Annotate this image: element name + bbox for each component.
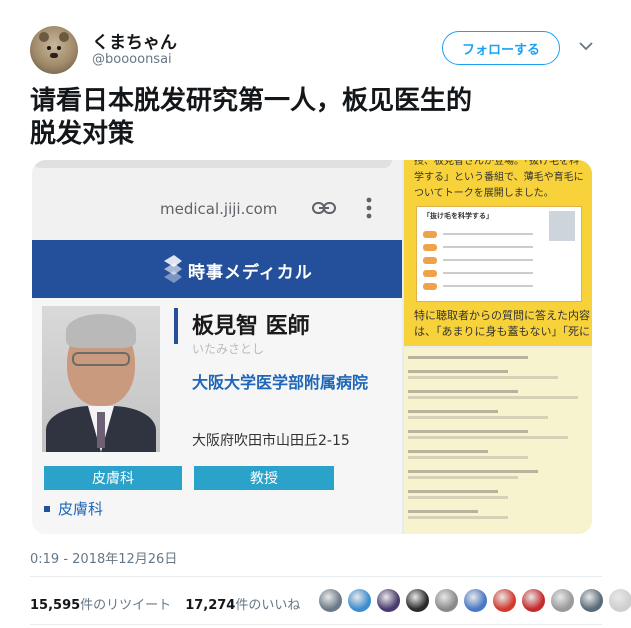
- article-line: ついてトークを展開しました。: [414, 188, 554, 199]
- liker-avatar[interactable]: [376, 588, 401, 613]
- liker-avatar[interactable]: [463, 588, 488, 613]
- browser-bar: medical.jiji.com: [32, 160, 402, 240]
- tweet-text-line: 脱发对策: [30, 119, 135, 149]
- like-stat[interactable]: 17,274件のいいね: [185, 594, 300, 613]
- qa-text-line: [408, 490, 498, 493]
- schedule-row: [423, 270, 543, 277]
- avatar-ear: [39, 32, 49, 42]
- avatar-nose: [50, 53, 58, 58]
- tweet-media[interactable]: medical.jiji.com 時事メディカル 板見智 医師 いたみさとし 大…: [32, 160, 592, 534]
- divider: [30, 624, 602, 625]
- retweet-label: 件のリツイート: [80, 598, 172, 613]
- schedule-row: [423, 257, 543, 264]
- tweet-stats: 15,595件のリツイート 17,274件のいいね: [30, 594, 300, 613]
- qa-text-line: [408, 496, 508, 499]
- retweet-stat[interactable]: 15,595件のリツイート: [30, 594, 171, 613]
- article-line: は、「あまりに身も蓋もない」「死に: [414, 325, 590, 338]
- qa-text-line: [408, 370, 508, 373]
- qa-text-line: [408, 416, 548, 419]
- program-portrait: [549, 211, 575, 241]
- liker-avatar[interactable]: [347, 588, 372, 613]
- program-schedule-box: 「抜け毛を科学する」: [416, 206, 582, 302]
- qa-text-line: [408, 396, 578, 399]
- article-text: 授、板見智さんが登場。「抜け毛を科 学する」という番組で、薄毛や育毛に ついてト…: [414, 160, 590, 202]
- author-handle[interactable]: @boooonsai: [92, 52, 172, 67]
- browser-url: medical.jiji.com: [160, 200, 278, 218]
- avatar-ear: [59, 32, 69, 42]
- qa-text-line: [408, 470, 538, 473]
- doctor-address: 大阪府吹田市山田丘2-15: [192, 433, 350, 449]
- tweet-timestamp[interactable]: 0:19 - 2018年12月26日: [30, 548, 177, 567]
- site-banner: 時事メディカル: [32, 240, 402, 298]
- liker-avatars: [318, 588, 631, 613]
- divider: [30, 576, 602, 577]
- browser-top-edge: [32, 160, 392, 168]
- liker-avatar[interactable]: [521, 588, 546, 613]
- qa-text-line: [408, 410, 498, 413]
- tweet-header: くまちゃん @boooonsai フォローする: [30, 26, 610, 76]
- tweet-text: 请看日本脱发研究第一人，板见医生的 脱发对策: [30, 85, 600, 151]
- photo-hair: [66, 314, 136, 348]
- follow-button[interactable]: フォローする: [442, 31, 560, 65]
- photo-tie: [97, 412, 105, 448]
- doctor-name: 板見智 医師: [192, 314, 310, 339]
- specialty-tag: 皮膚科: [44, 466, 182, 490]
- qa-text-line: [408, 436, 568, 439]
- liker-avatar[interactable]: [318, 588, 343, 613]
- article-text-lower: 特に聴取者からの質問に答えた内容 は、「あまりに身も蓋もない」「死に: [414, 308, 590, 340]
- tweet-text-line: 请看日本脱发研究第一人，板见医生的: [30, 86, 473, 116]
- avatar-eye: [47, 46, 51, 50]
- site-banner-title: 時事メディカル: [188, 263, 313, 283]
- link-icon: [312, 202, 336, 214]
- media-image-qa[interactable]: [404, 348, 592, 534]
- liker-avatar[interactable]: [579, 588, 604, 613]
- article-line: 学する」という番組で、薄毛や育毛に: [414, 172, 584, 183]
- avatar-eye: [57, 46, 61, 50]
- name-accent-bar: [174, 308, 178, 344]
- liker-avatar[interactable]: [434, 588, 459, 613]
- doctor-kana: いたみさとし: [192, 342, 265, 356]
- site-logo-icon: [164, 255, 182, 283]
- schedule-row: [423, 231, 543, 238]
- retweet-count: 15,595: [30, 598, 81, 613]
- doctor-photo: [42, 306, 160, 452]
- liker-avatar[interactable]: [492, 588, 517, 613]
- liker-avatar[interactable]: [608, 588, 631, 613]
- schedule-row: [423, 283, 543, 290]
- qa-text-line: [408, 430, 528, 433]
- qa-text-line: [408, 456, 528, 459]
- doctor-hospital: 大阪大学医学部附属病院: [192, 373, 369, 392]
- author-display-name[interactable]: くまちゃん: [92, 28, 177, 53]
- qa-text-line: [408, 516, 508, 519]
- avatar[interactable]: [30, 26, 78, 74]
- like-count: 17,274: [185, 598, 236, 613]
- chevron-down-icon[interactable]: [578, 38, 594, 54]
- media-image-left[interactable]: medical.jiji.com 時事メディカル 板見智 医師 いたみさとし 大…: [32, 160, 402, 534]
- more-vertical-icon: [366, 197, 372, 219]
- title-tag: 教授: [194, 466, 334, 490]
- liker-avatar[interactable]: [405, 588, 430, 613]
- article-line: 特に聴取者からの質問に答えた内容: [414, 309, 590, 322]
- qa-text-line: [408, 450, 488, 453]
- photo-glasses: [72, 352, 130, 366]
- like-label: 件のいいね: [235, 598, 301, 613]
- qa-text-line: [408, 390, 518, 393]
- media-images-right[interactable]: 授、板見智さんが登場。「抜け毛を科 学する」という番組で、薄毛や育毛に ついてト…: [404, 160, 592, 534]
- liker-avatar[interactable]: [550, 588, 575, 613]
- qa-text-line: [408, 376, 558, 379]
- qa-text-line: [408, 356, 528, 359]
- department-bullet: [44, 506, 50, 512]
- qa-text-line: [408, 476, 518, 479]
- media-image-article[interactable]: 授、板見智さんが登場。「抜け毛を科 学する」という番組で、薄毛や育毛に ついてト…: [404, 160, 592, 346]
- department-link: 皮膚科: [58, 500, 104, 518]
- program-box-title: 「抜け毛を科学する」: [423, 212, 493, 220]
- article-line: 授、板見智さんが登場。「抜け毛を科: [414, 160, 579, 167]
- schedule-row: [423, 244, 543, 251]
- qa-text-line: [408, 510, 478, 513]
